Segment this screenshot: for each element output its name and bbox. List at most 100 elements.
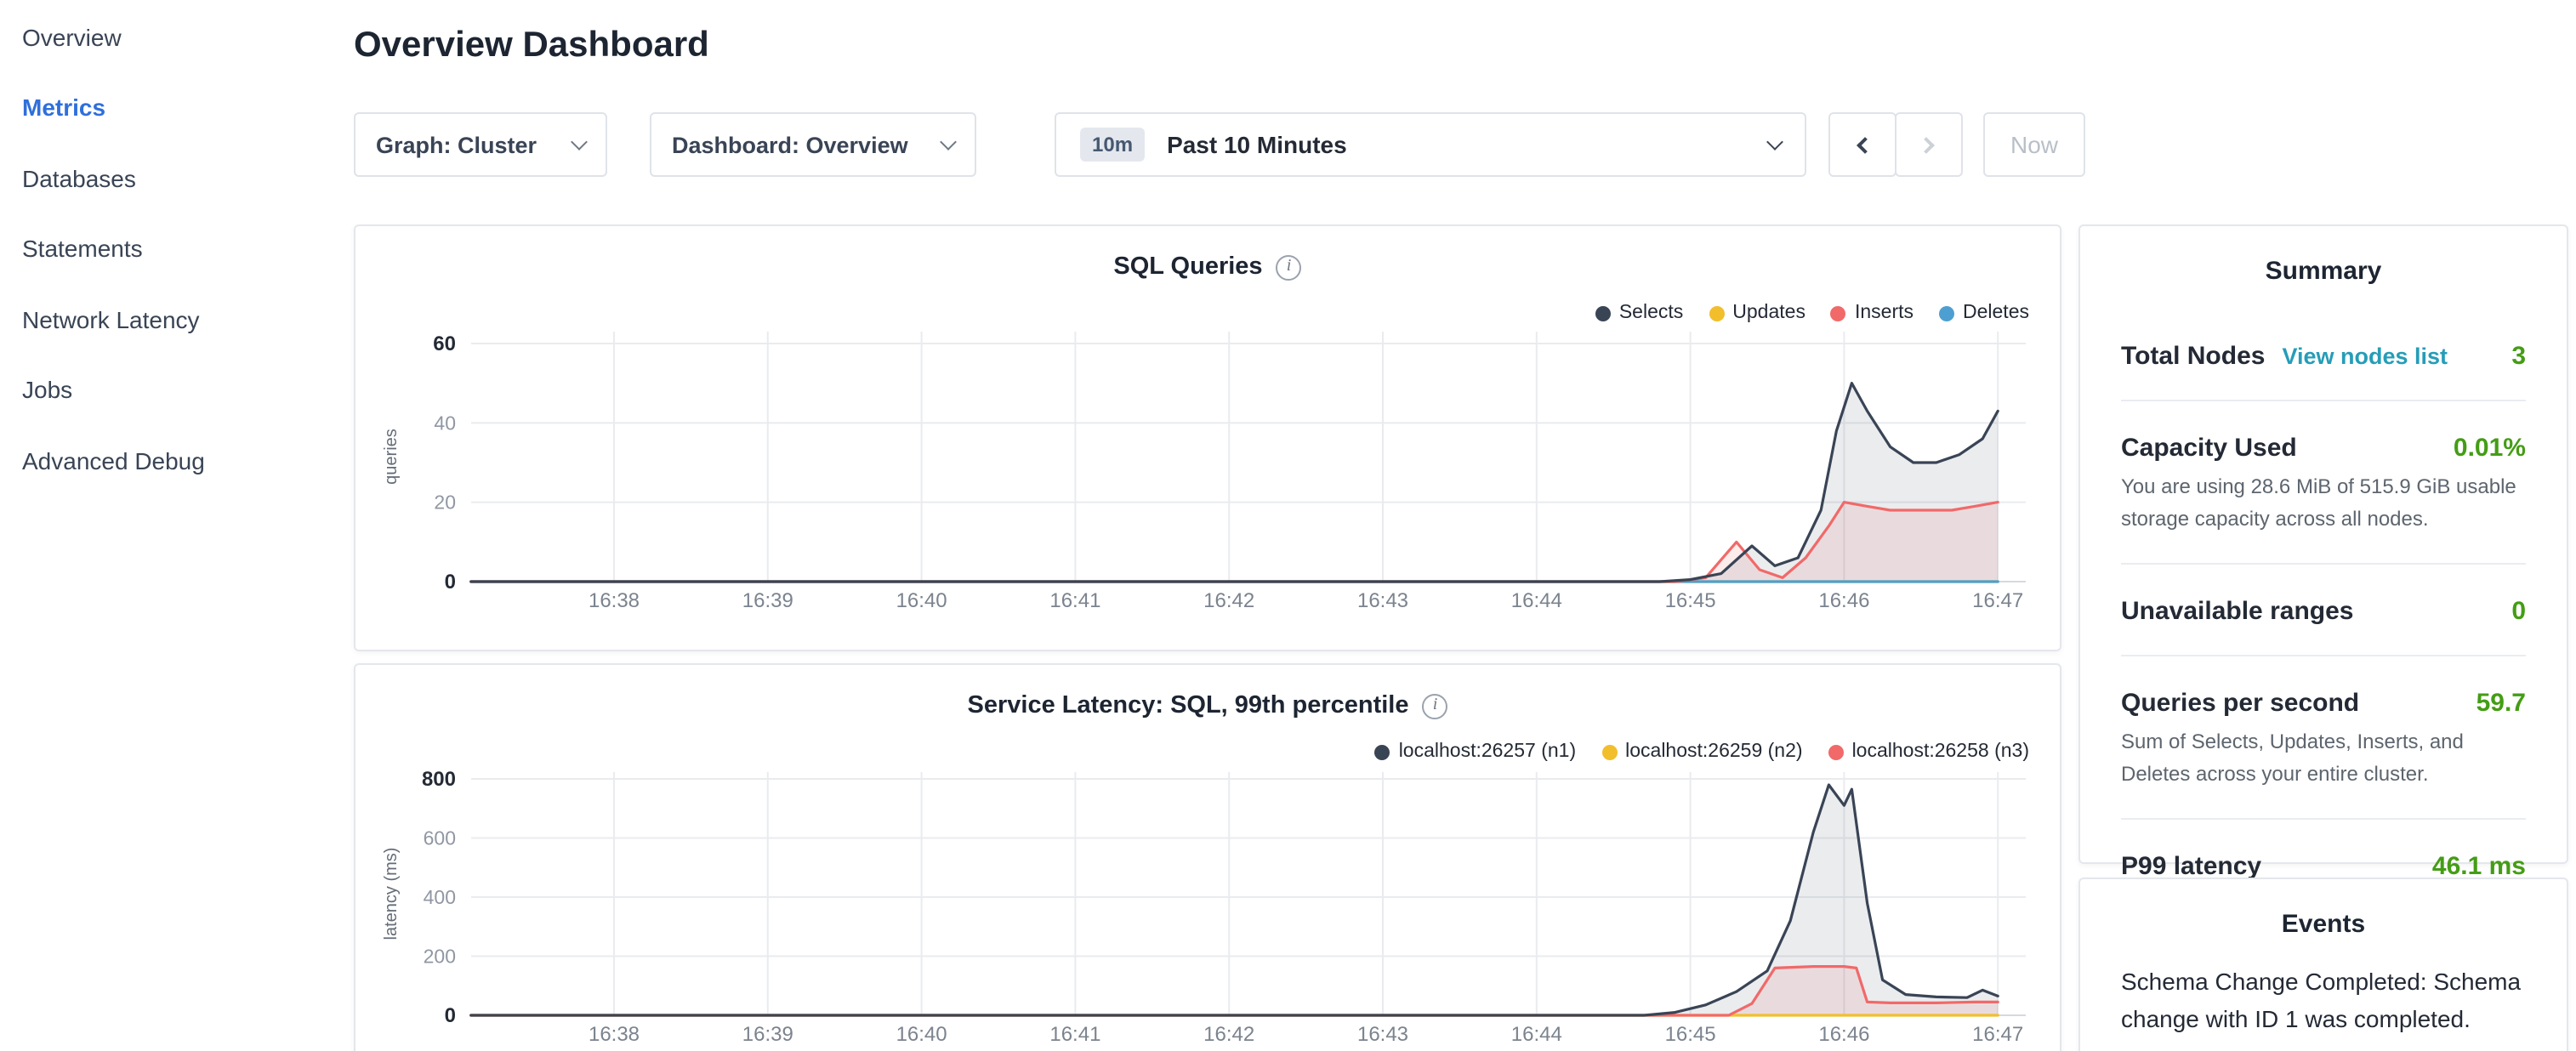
- legend-label: localhost:26259 (n2): [1625, 741, 1802, 762]
- sidebar-item-network-latency[interactable]: Network Latency: [22, 284, 323, 355]
- chevron-right-icon: [1918, 136, 1935, 153]
- x-tick-label: 16:43: [1357, 589, 1408, 612]
- view-nodes-list-link[interactable]: View nodes list: [2282, 344, 2448, 369]
- info-icon[interactable]: i: [1423, 693, 1448, 719]
- summary-row-capacity-used: Capacity Used 0.01% You are using 28.6 M…: [2121, 401, 2526, 565]
- now-button[interactable]: Now: [1983, 112, 2085, 177]
- capacity-used-label: Capacity Used: [2121, 434, 2297, 463]
- events-panel-title: Events: [2121, 910, 2526, 939]
- time-window-dropdown[interactable]: 10m Past 10 Minutes: [1055, 112, 1806, 177]
- x-tick-label: 16:44: [1511, 589, 1562, 612]
- legend-item: Selects: [1595, 303, 1683, 323]
- sidebar-item-advanced-debug[interactable]: Advanced Debug: [22, 425, 323, 496]
- sidebar-item-jobs[interactable]: Jobs: [22, 355, 323, 425]
- legend-item: localhost:26259 (n2): [1601, 741, 1802, 762]
- series-line: [471, 383, 1998, 582]
- y-tick-label: 60: [433, 332, 456, 355]
- chevron-down-icon: [940, 133, 957, 150]
- queries-per-second-value: 59.7: [2476, 689, 2526, 718]
- service-latency-chart[interactable]: 16:3816:3916:4016:4116:4216:4316:4416:45…: [355, 665, 2060, 1051]
- legend-label: Deletes: [1963, 303, 2029, 323]
- sidebar-item-databases[interactable]: Databases: [22, 143, 323, 213]
- sidebar-item-statements[interactable]: Statements: [22, 213, 323, 284]
- legend-item: localhost:26258 (n3): [1828, 741, 2029, 762]
- x-tick-label: 16:42: [1203, 589, 1254, 612]
- y-tick-label: 800: [422, 768, 456, 791]
- capacity-used-value: 0.01%: [2454, 434, 2526, 463]
- legend-dot-icon: [1709, 305, 1724, 321]
- time-window-badge: 10m: [1080, 128, 1145, 162]
- legend-item: Deletes: [1939, 303, 2029, 323]
- x-tick-label: 16:40: [896, 589, 947, 612]
- sidebar-item-overview[interactable]: Overview: [22, 2, 323, 72]
- legend-label: Selects: [1619, 303, 1683, 323]
- legend-dot-icon: [1601, 744, 1617, 759]
- summary-panel-title: Summary: [2121, 257, 2526, 286]
- legend-label: localhost:26258 (n3): [1852, 741, 2029, 762]
- x-tick-label: 16:39: [742, 589, 793, 612]
- y-tick-label: 0: [445, 571, 456, 594]
- y-tick-label: 40: [434, 412, 456, 434]
- chart-title: SQL Queries: [1113, 253, 1262, 281]
- time-window-label: Past 10 Minutes: [1167, 131, 1347, 158]
- time-window-previous-button[interactable]: [1828, 112, 1896, 177]
- x-tick-label: 16:45: [1665, 1023, 1716, 1046]
- dashboard-dropdown[interactable]: Dashboard: Overview: [650, 112, 976, 177]
- x-tick-label: 16:38: [589, 589, 640, 612]
- dashboard-dropdown-label: Dashboard: Overview: [672, 132, 908, 157]
- x-tick-label: 16:41: [1049, 589, 1100, 612]
- chart-title: Service Latency: SQL, 99th percentile: [968, 692, 1409, 719]
- summary-row-unavailable-ranges: Unavailable ranges 0: [2121, 565, 2526, 656]
- total-nodes-value: 3: [2511, 342, 2526, 371]
- event-item[interactable]: Schema Change Completed: Schema change w…: [2121, 963, 2526, 1051]
- chevron-down-icon: [571, 133, 588, 150]
- events-panel: Events Schema Change Completed: Schema c…: [2078, 878, 2568, 1051]
- queries-per-second-note: Sum of Selects, Updates, Inserts, and De…: [2121, 726, 2526, 789]
- unavailable-ranges-value: 0: [2511, 597, 2526, 626]
- y-tick-label: 20: [434, 491, 456, 514]
- x-tick-label: 16:43: [1357, 1023, 1408, 1046]
- time-window-next-button[interactable]: [1895, 112, 1963, 177]
- chart-legend: localhost:26257 (n1) localhost:26259 (n2)…: [1375, 741, 2029, 762]
- graph-scope-dropdown-label: Graph: Cluster: [376, 132, 537, 157]
- chart-header: Service Latency: SQL, 99th percentile i: [355, 692, 2060, 719]
- x-tick-label: 16:47: [1972, 1023, 2023, 1046]
- y-tick-label: 400: [424, 886, 456, 908]
- legend-label: Updates: [1732, 303, 1805, 323]
- x-tick-label: 16:41: [1049, 1023, 1100, 1046]
- unavailable-ranges-label: Unavailable ranges: [2121, 597, 2353, 626]
- y-tick-label: 600: [424, 827, 456, 849]
- legend-label: localhost:26257 (n1): [1399, 741, 1576, 762]
- x-tick-label: 16:39: [742, 1023, 793, 1046]
- legend-label: Inserts: [1855, 303, 1914, 323]
- chevron-down-icon: [1766, 133, 1783, 150]
- sql-queries-chart[interactable]: 16:38 16:39 16:40 16:41 16:42 16:43 16:44 16:45…: [355, 226, 2060, 650]
- chart-header: SQL Queries i: [355, 253, 2060, 281]
- sql-queries-chart-card: SQL Queries i Selects Updates Inserts Delet…: [354, 224, 2061, 651]
- sidebar-item-metrics[interactable]: Metrics: [22, 72, 323, 143]
- service-latency-chart-card: Service Latency: SQL, 99th percentile i …: [354, 663, 2061, 1051]
- x-tick-label: 16:46: [1818, 589, 1869, 612]
- legend-dot-icon: [1831, 305, 1846, 321]
- legend-item: Inserts: [1831, 303, 1914, 323]
- summary-panel: Summary Total Nodes View nodes list 3 Ca…: [2078, 224, 2568, 864]
- overview-dashboard-page: Overview Metrics Databases Statements Ne…: [0, 0, 2576, 1051]
- y-tick-label: 200: [424, 946, 456, 968]
- legend-dot-icon: [1828, 744, 1844, 759]
- y-tick-label: 0: [445, 1004, 456, 1027]
- x-tick-label: 16:40: [896, 1023, 947, 1046]
- legend-dot-icon: [1375, 744, 1390, 759]
- capacity-used-note: You are using 28.6 MiB of 515.9 GiB usab…: [2121, 471, 2526, 534]
- chevron-left-icon: [1857, 136, 1874, 153]
- total-nodes-label: Total Nodes: [2121, 342, 2265, 371]
- summary-row-total-nodes: Total Nodes View nodes list 3: [2121, 310, 2526, 401]
- info-icon[interactable]: i: [1277, 254, 1302, 280]
- x-tick-label: 16:45: [1665, 589, 1716, 612]
- x-tick-label: 16:42: [1203, 1023, 1254, 1046]
- queries-per-second-label: Queries per second: [2121, 689, 2359, 718]
- series-area: [471, 785, 1998, 1015]
- legend-dot-icon: [1595, 305, 1611, 321]
- graph-scope-dropdown[interactable]: Graph: Cluster: [354, 112, 607, 177]
- series-area: [471, 383, 1998, 582]
- summary-row-queries-per-second: Queries per second 59.7 Sum of Selects, …: [2121, 656, 2526, 820]
